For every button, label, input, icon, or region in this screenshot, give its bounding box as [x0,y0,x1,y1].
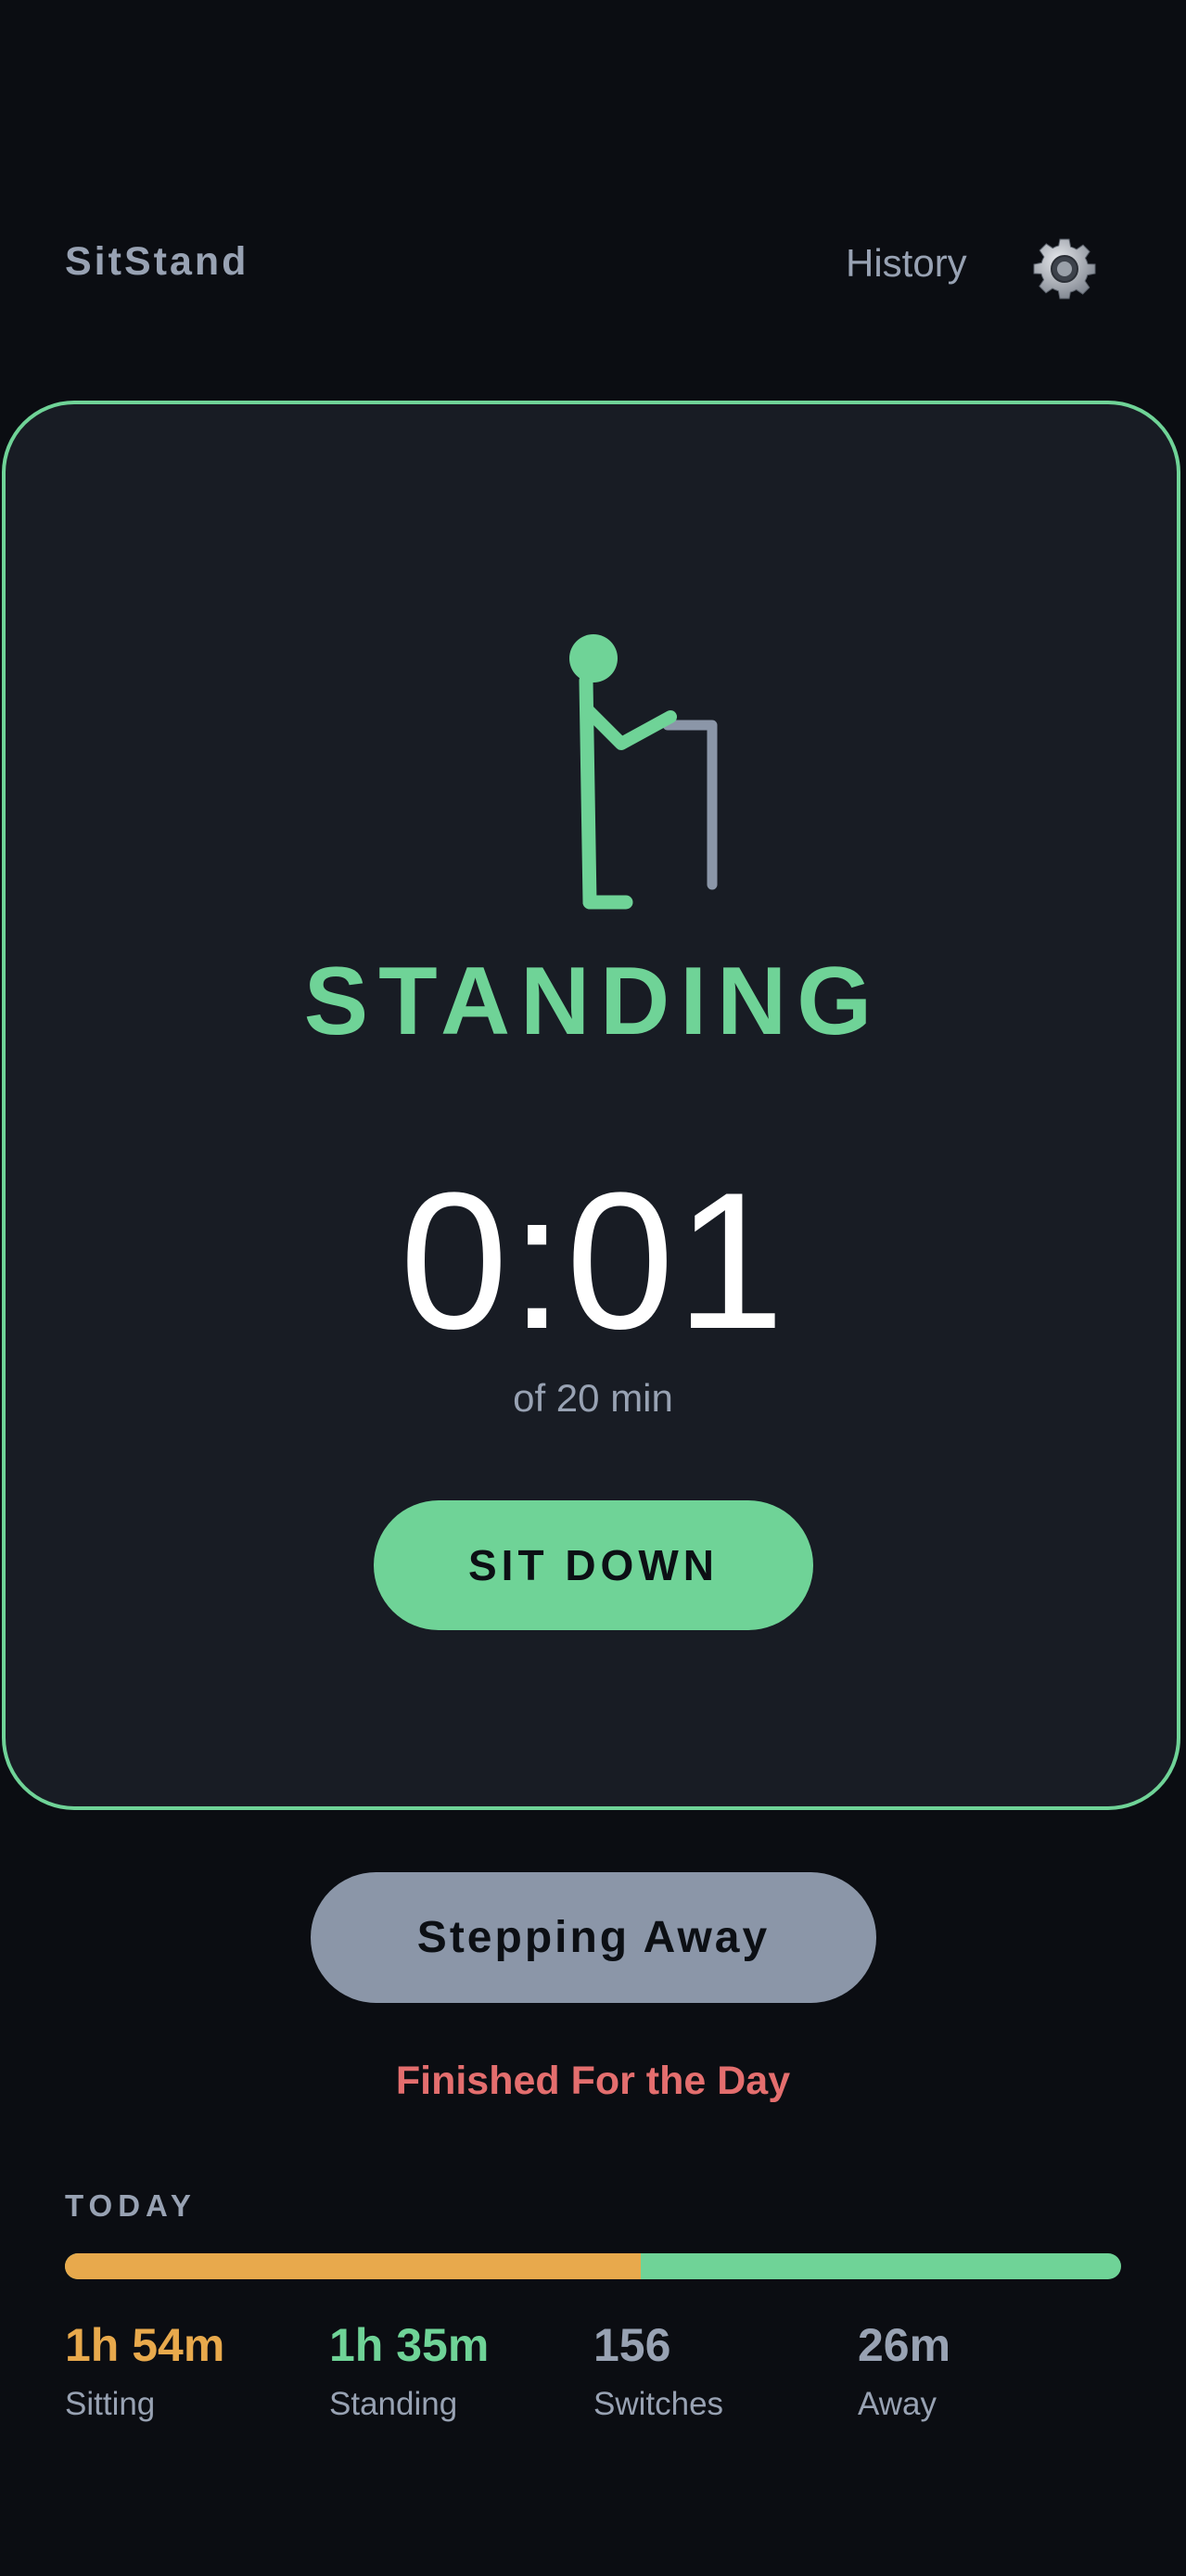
session-timer: 0:01 [400,1152,786,1370]
sitting-progress-fill [65,2253,641,2279]
stat-switches-value: 156 [593,2319,671,2371]
stat-switches-label: Switches [593,2386,724,2422]
stat-switches: 156 Switches [593,2320,835,2423]
timer-goal: of 20 min [513,1376,673,1420]
settings-button[interactable] [1031,236,1098,302]
today-section-label: TODAY [65,2188,197,2223]
app-title: SitStand [65,239,249,284]
today-progress-bar [65,2253,1121,2279]
stat-standing-value: 1h 35m [329,2319,490,2371]
standing-person-icon [547,621,742,927]
stat-standing: 1h 35m Standing [329,2320,570,2423]
finished-for-day-button[interactable]: Finished For the Day [0,2059,1186,2104]
stat-away-value: 26m [858,2319,951,2371]
stat-sitting-value: 1h 54m [65,2319,225,2371]
stat-sitting-label: Sitting [65,2386,156,2422]
sit-down-button[interactable]: SIT DOWN [374,1500,813,1630]
posture-state-label: STANDING [303,948,883,1055]
stat-sitting: 1h 54m Sitting [65,2320,306,2423]
stat-away-label: Away [858,2386,937,2422]
stat-standing-label: Standing [329,2386,458,2422]
history-link[interactable]: History [846,241,967,286]
stepping-away-button[interactable]: Stepping Away [311,1872,876,2003]
gear-icon [1033,238,1096,300]
stat-away: 26m Away [858,2320,1099,2423]
